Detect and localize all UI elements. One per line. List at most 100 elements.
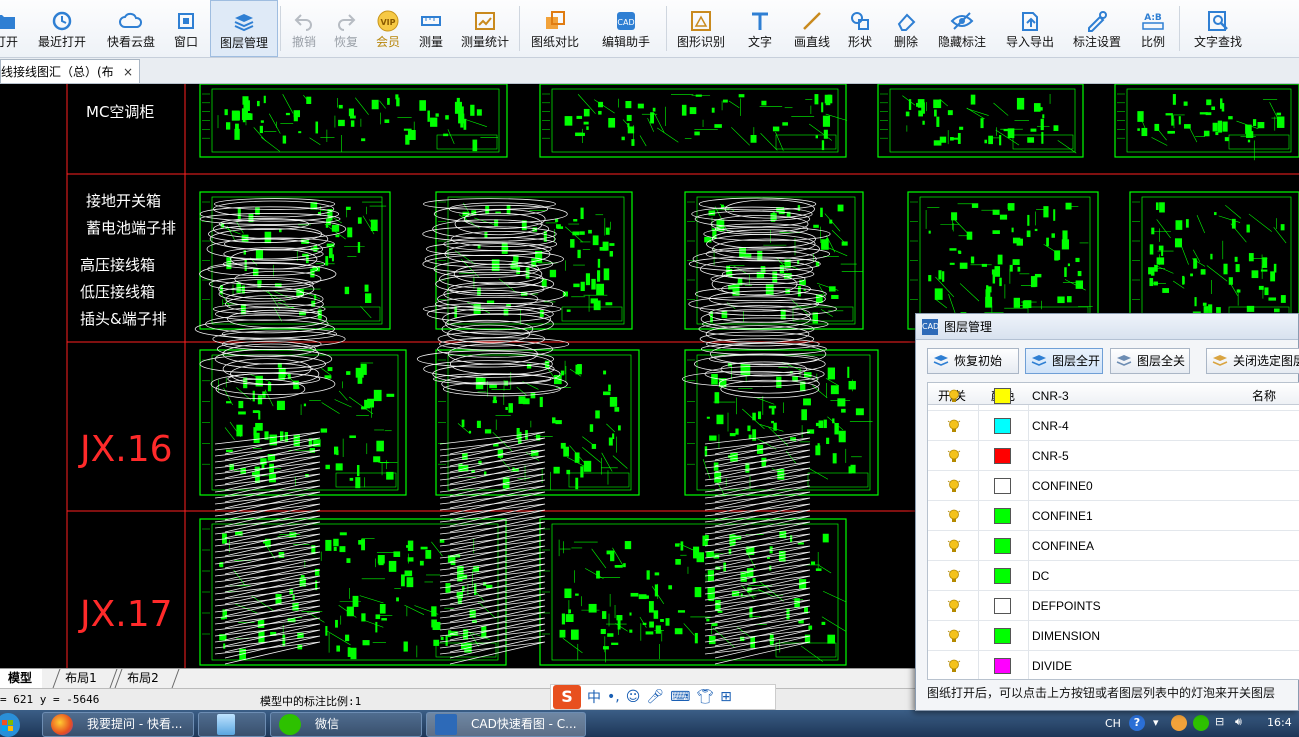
lightbulb-icon[interactable] — [947, 539, 961, 553]
layer-row[interactable]: DIVIDE — [928, 651, 1299, 679]
tab-model[interactable]: 模型 — [0, 669, 42, 688]
layer-row[interactable]: CONFINE0 — [928, 471, 1299, 501]
layer-row[interactable]: CONFINE1 — [928, 501, 1299, 531]
row-label: 蓄电池端子排 — [86, 219, 176, 237]
annotation-settings-button[interactable]: 标注设置 — [1065, 0, 1129, 57]
layer-row[interactable]: CONFINEA — [928, 531, 1299, 561]
toolbar-separator — [280, 6, 281, 51]
skin-icon[interactable]: 👕︎ — [696, 689, 714, 705]
tab-layout1[interactable]: 布局1 — [52, 669, 118, 688]
layer-row[interactable]: DC — [928, 561, 1299, 591]
cloud-icon — [119, 9, 143, 33]
all-layers-off-button[interactable]: 图层全关 — [1110, 348, 1190, 374]
close-selected-layer-button[interactable]: 关闭选定图层 — [1206, 348, 1299, 374]
layer-row[interactable]: CNR-5 — [928, 441, 1299, 471]
tray-expand-icon[interactable]: ▾ — [1153, 716, 1159, 729]
scale-button[interactable]: A:B 比例 — [1129, 0, 1177, 57]
input-language-indicator[interactable]: CH — [1105, 717, 1121, 730]
vip-button[interactable]: VIP 会员 — [367, 0, 409, 57]
document-tab[interactable]: 线接线图汇（总）(布 × — [0, 59, 140, 83]
lightbulb-icon[interactable] — [947, 419, 961, 433]
layer-list: CNR-3 CNR-4 CNR-5 CONFINE0 CONFINE1 CONFINEA D… — [928, 383, 1299, 679]
layer-color-swatch[interactable] — [994, 568, 1011, 584]
start-button[interactable] — [0, 712, 38, 737]
layer-row[interactable]: DIMENSION — [928, 621, 1299, 651]
tab-layout2[interactable]: 布局2 — [114, 669, 180, 688]
all-layers-on-button[interactable]: 图层全开 — [1025, 348, 1103, 374]
app-icon — [217, 714, 235, 735]
drawing-sheet[interactable] — [199, 84, 508, 158]
help-icon[interactable]: ? — [1129, 715, 1145, 731]
emoji-icon[interactable]: ☺ — [626, 689, 641, 705]
layer-row[interactable]: DEFPOINTS — [928, 591, 1299, 621]
taskbar-item-app[interactable] — [198, 712, 266, 737]
close-icon[interactable]: × — [123, 60, 133, 83]
dialog-title-bar[interactable]: CAD 图层管理 — [916, 314, 1298, 340]
taskbar-item-wechat[interactable]: 微信 — [270, 712, 422, 737]
layer-color-swatch[interactable] — [994, 598, 1011, 614]
redo-button[interactable]: 恢复 — [325, 0, 367, 57]
open-button[interactable]: 打开 — [0, 0, 24, 57]
lightbulb-icon[interactable] — [947, 659, 961, 673]
lightbulb-icon[interactable] — [947, 389, 961, 403]
delete-button[interactable]: 删除 — [883, 0, 929, 57]
layer-color-swatch[interactable] — [994, 418, 1011, 434]
svg-text:VIP: VIP — [380, 18, 395, 27]
dialog-title: 图层管理 — [944, 320, 993, 334]
edit-assistant-button[interactable]: CAD 编辑助手 — [588, 0, 664, 57]
sogou-logo-icon[interactable]: S — [553, 685, 581, 709]
cloud-drive-button[interactable]: 快看云盘 — [100, 0, 162, 57]
lightbulb-icon[interactable] — [947, 479, 961, 493]
layer-row[interactable]: CNR-4 — [928, 411, 1299, 441]
undo-button[interactable]: 撤销 — [283, 0, 325, 57]
layer-color-swatch[interactable] — [994, 538, 1011, 554]
volume-icon[interactable]: 🔊︎ — [1235, 715, 1242, 729]
measure-stats-button[interactable]: 测量统计 — [453, 0, 517, 57]
keyboard-icon[interactable]: ⌨ — [670, 689, 690, 705]
layer-color-swatch[interactable] — [994, 388, 1011, 404]
lightbulb-icon[interactable] — [947, 449, 961, 463]
lightbulb-icon[interactable] — [947, 599, 961, 613]
tray-wechat-icon[interactable] — [1193, 715, 1209, 731]
layers-icon — [232, 10, 256, 34]
lightbulb-icon[interactable] — [947, 569, 961, 583]
toolbox-icon[interactable]: ⊞ — [720, 689, 732, 705]
window-button[interactable]: 窗口 — [162, 0, 210, 57]
drawing-sheet[interactable] — [1129, 191, 1299, 330]
draw-line-button[interactable]: 画直线 — [787, 0, 837, 57]
drawing-sheet[interactable] — [1114, 84, 1299, 161]
compare-button[interactable]: 图纸对比 — [522, 0, 588, 57]
taskbar-item-cad[interactable]: CAD快速看图 - C... — [426, 712, 586, 737]
text-search-button[interactable]: 文字查找 — [1182, 0, 1254, 57]
clock[interactable]: 16:4 — [1267, 716, 1292, 729]
tray-app-icon[interactable] — [1171, 715, 1187, 731]
ime-mode-toggle[interactable]: 中 — [587, 687, 601, 707]
layer-color-swatch[interactable] — [994, 628, 1011, 644]
measure-button[interactable]: 测量 — [409, 0, 453, 57]
microphone-icon[interactable]: 🎤︎ — [646, 689, 664, 705]
shape-button[interactable]: 形状 — [837, 0, 883, 57]
layer-name: CONFINE0 — [1032, 479, 1093, 493]
lightbulb-icon[interactable] — [947, 509, 961, 523]
layer-color-swatch[interactable] — [994, 508, 1011, 524]
import-export-button[interactable]: 导入导出 — [995, 0, 1065, 57]
recent-open-button[interactable]: 最近打开 — [24, 0, 100, 57]
layer-color-swatch[interactable] — [994, 658, 1011, 674]
text-tool-button[interactable]: 文字 — [733, 0, 787, 57]
svg-text:CAD: CAD — [617, 18, 634, 27]
layer-color-swatch[interactable] — [994, 478, 1011, 494]
network-icon[interactable]: ⊟ — [1215, 715, 1224, 728]
recent-icon — [50, 9, 74, 33]
restore-initial-button[interactable]: 恢复初始 — [927, 348, 1019, 374]
layer-manager-button[interactable]: 图层管理 — [210, 0, 278, 57]
layer-row[interactable]: CNR-3 — [928, 383, 1299, 411]
hide-annotation-button[interactable]: 隐藏标注 — [929, 0, 995, 57]
drawing-sheet[interactable] — [907, 191, 1099, 330]
drawing-sheet[interactable] — [877, 84, 1084, 158]
ime-punct-toggle[interactable]: •, — [607, 689, 620, 705]
drawing-sheet[interactable] — [539, 84, 848, 158]
taskbar-item-firefox[interactable]: 我要提问 - 快看... — [42, 712, 194, 737]
layer-color-swatch[interactable] — [994, 448, 1011, 464]
lightbulb-icon[interactable] — [947, 629, 961, 643]
shape-recognize-button[interactable]: 图形识别 — [669, 0, 733, 57]
